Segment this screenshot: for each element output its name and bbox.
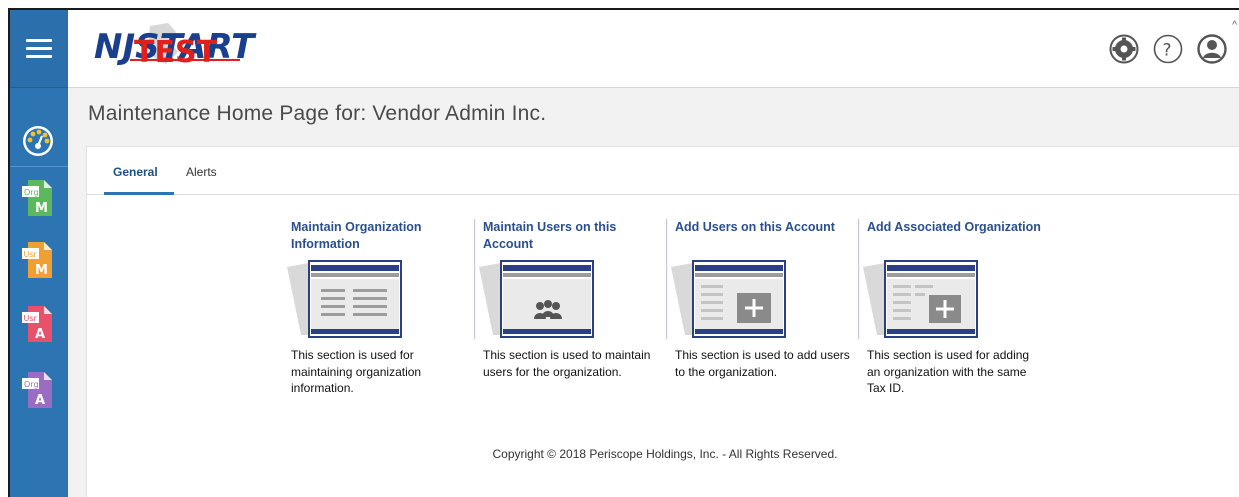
tile-divider — [858, 219, 860, 339]
usr-label: Usr — [24, 250, 38, 259]
add-users-image[interactable] — [671, 259, 789, 339]
user-add-icon[interactable]: Usr A — [22, 304, 56, 344]
njstart-test-logo[interactable]: NJSTART TEST — [90, 20, 290, 72]
tile-title[interactable]: Add Associated Organization — [867, 219, 1043, 236]
add-label: A — [35, 327, 45, 342]
tile-maintain-users[interactable]: Maintain Users on this Account This sect… — [474, 219, 667, 399]
user-maintain-icon[interactable]: Usr M — [22, 240, 56, 280]
active-tab-indicator — [104, 192, 174, 195]
tile-add-users[interactable]: Add Users on this Account This section i… — [666, 219, 859, 399]
svg-text:?: ? — [1163, 41, 1172, 61]
org-label: Org — [24, 188, 39, 197]
tile-description: This section is used to add users to the… — [675, 348, 850, 379]
usr-label: Usr — [24, 314, 38, 323]
user-avatar-icon[interactable] — [1197, 34, 1227, 64]
tile-title[interactable]: Maintain Users on this Account — [483, 219, 659, 253]
page-title: Maintenance Home Page for: Vendor Admin … — [88, 102, 547, 125]
maintain-label: M — [35, 263, 48, 278]
gear-icon[interactable] — [1109, 34, 1139, 64]
hamburger-line — [26, 47, 52, 50]
users-image[interactable] — [479, 259, 597, 339]
tile-description: This section is used for maintaining org… — [291, 348, 422, 395]
content-card: General Alerts Maintain Organization Inf… — [86, 146, 1239, 497]
copyright-footer: Copyright © 2018 Periscope Holdings, Inc… — [492, 447, 838, 461]
add-label: A — [35, 393, 45, 408]
top-header: NJSTART TEST ? — [68, 10, 1239, 88]
tile-description: This section is used to maintain users f… — [483, 348, 651, 379]
hamburger-line — [26, 39, 52, 42]
tile-description: This section is used for adding an organ… — [867, 348, 1030, 395]
org-info-image[interactable] — [287, 259, 405, 339]
maintenance-tiles: Maintain Organization Information This s… — [283, 219, 1051, 399]
add-org-image[interactable] — [863, 259, 981, 339]
maintain-label: M — [35, 201, 48, 216]
app-window: Org M Usr M Usr A Org A NJSTART TEST ? ^… — [8, 8, 1239, 497]
dashboard-icon[interactable] — [20, 123, 56, 159]
scrollbar-up-arrow-icon[interactable]: ^ — [1232, 20, 1237, 31]
tile-title[interactable]: Maintain Organization Information — [291, 219, 467, 253]
sidebar-divider — [10, 166, 68, 167]
org-maintain-icon[interactable]: Org M — [22, 178, 56, 218]
menu-toggle-button[interactable] — [10, 10, 68, 88]
left-sidebar: Org M Usr M Usr A Org A — [10, 10, 68, 497]
tab-bar: General Alerts — [87, 147, 1239, 195]
tile-title[interactable]: Add Users on this Account — [675, 219, 851, 236]
tab-alerts[interactable]: Alerts — [186, 165, 217, 179]
hamburger-line — [26, 55, 52, 58]
help-icon[interactable]: ? — [1153, 34, 1183, 64]
org-label: Org — [24, 380, 39, 389]
org-add-icon[interactable]: Org A — [22, 370, 56, 410]
header-icons: ? — [1109, 34, 1227, 64]
logo-overlay-text: TEST — [134, 35, 218, 70]
tile-add-associated-organization[interactable]: Add Associated Organization This section… — [858, 219, 1051, 399]
tab-general[interactable]: General — [113, 165, 158, 179]
tile-maintain-organization[interactable]: Maintain Organization Information This s… — [283, 219, 475, 399]
tile-divider — [474, 219, 476, 339]
tile-divider — [666, 219, 668, 339]
